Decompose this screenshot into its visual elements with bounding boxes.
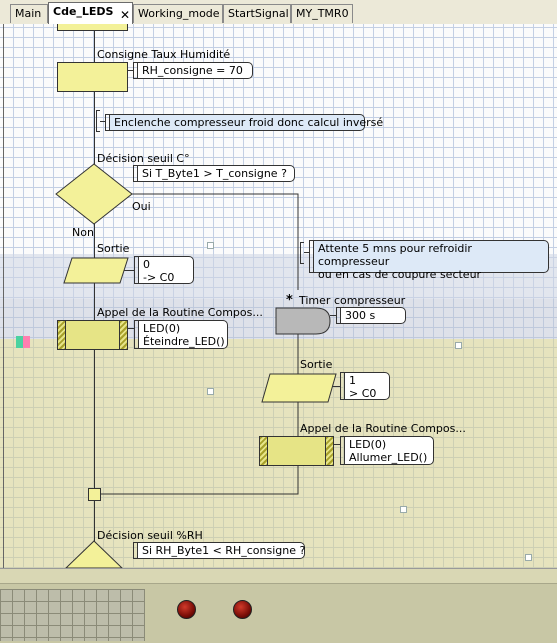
routine-right-arg1: LED(0) [349,438,387,451]
sortie-right-shape [261,373,337,403]
routine-left-arg2: Éteindre_LED() [143,335,225,348]
connector [124,270,134,271]
tab-label: Cde_LEDS [53,5,114,18]
marker-dot [207,388,214,395]
comment-marker [300,242,304,264]
tab-cde-leds[interactable]: Cde_LEDS ✕ [48,2,133,25]
sortie-left-note[interactable]: 0 -> C0 [138,256,194,284]
decision-rh-title: Décision seuil %RH [97,529,203,542]
sortie-left-value1: 0 [143,258,150,271]
routine-right-note[interactable]: LED(0) Allumer_LED() [344,436,434,465]
tab-main[interactable]: Main [10,4,48,23]
flow-line-merge [94,466,299,495]
marker-dot [455,342,462,349]
sortie-right-title: Sortie [300,358,333,371]
timer-value-note[interactable]: 300 s [340,307,406,324]
marker-dot [207,242,214,249]
marker-dot [525,554,532,561]
tab-working-mode[interactable]: Working_mode [133,4,223,23]
routine-left-arg1: LED(0) [143,322,181,335]
comment-attente-line1: Attente 5 mns pour refroidir compresseur [318,242,472,268]
sortie-left-value2: -> C0 [143,271,175,284]
tab-my-tmr0[interactable]: MY_TMR0 [291,4,353,23]
branch-yes-label: Oui [132,200,151,213]
timer-shape [275,307,331,335]
comment-attente[interactable]: Attente 5 mns pour refroidir compresseur… [313,240,549,281]
panel-header [0,569,557,584]
merge-node[interactable] [88,488,101,501]
flowchart-shapes [55,163,337,568]
routine-right-title: Appel de la Routine Compos... [300,422,466,435]
tab-bar: Main Cde_LEDS ✕ Working_mode StartSignal … [0,0,557,25]
decision-rh-condition[interactable]: Si RH_Byte1 < RH_consigne ? [137,542,305,559]
sortie-left-shape [63,257,129,284]
selection-marker [16,336,30,348]
led-icon [233,600,252,619]
decision-temp-condition[interactable]: Si T_Byte1 > T_consigne ? [137,165,295,182]
tab-startsignal[interactable]: StartSignal [223,4,291,23]
decision-temp-diamond [55,163,133,225]
routine-left-block[interactable] [57,320,128,350]
routine-right-arg2: Allumer_LED() [349,451,428,464]
sortie-right-value1: 1 [349,374,356,387]
simulation-panel [0,568,557,643]
sortie-right-note[interactable]: 1 > C0 [344,372,390,400]
close-icon[interactable]: ✕ [120,8,130,22]
flowchart-canvas[interactable]: Consigne Taux Humidité RH_consigne = 70 … [0,24,557,568]
led-icon [177,600,196,619]
display-grid [0,589,145,641]
routine-left-title: Appel de la Routine Compos... [97,306,263,319]
routine-right-block[interactable] [259,436,334,466]
breakpoint-icon[interactable]: * [286,293,293,308]
comment-attente-line2: ou en cas de coupure secteur [318,268,482,281]
branch-no-label: Non [72,226,94,239]
routine-left-note[interactable]: LED(0) Éteindre_LED() [138,320,228,349]
timer-title: Timer compresseur [299,294,406,307]
sortie-left-title: Sortie [97,242,130,255]
connector [332,386,340,387]
marker-dot [400,506,407,513]
sortie-right-value2: > C0 [349,387,377,400]
decision-rh-diamond [65,540,123,568]
